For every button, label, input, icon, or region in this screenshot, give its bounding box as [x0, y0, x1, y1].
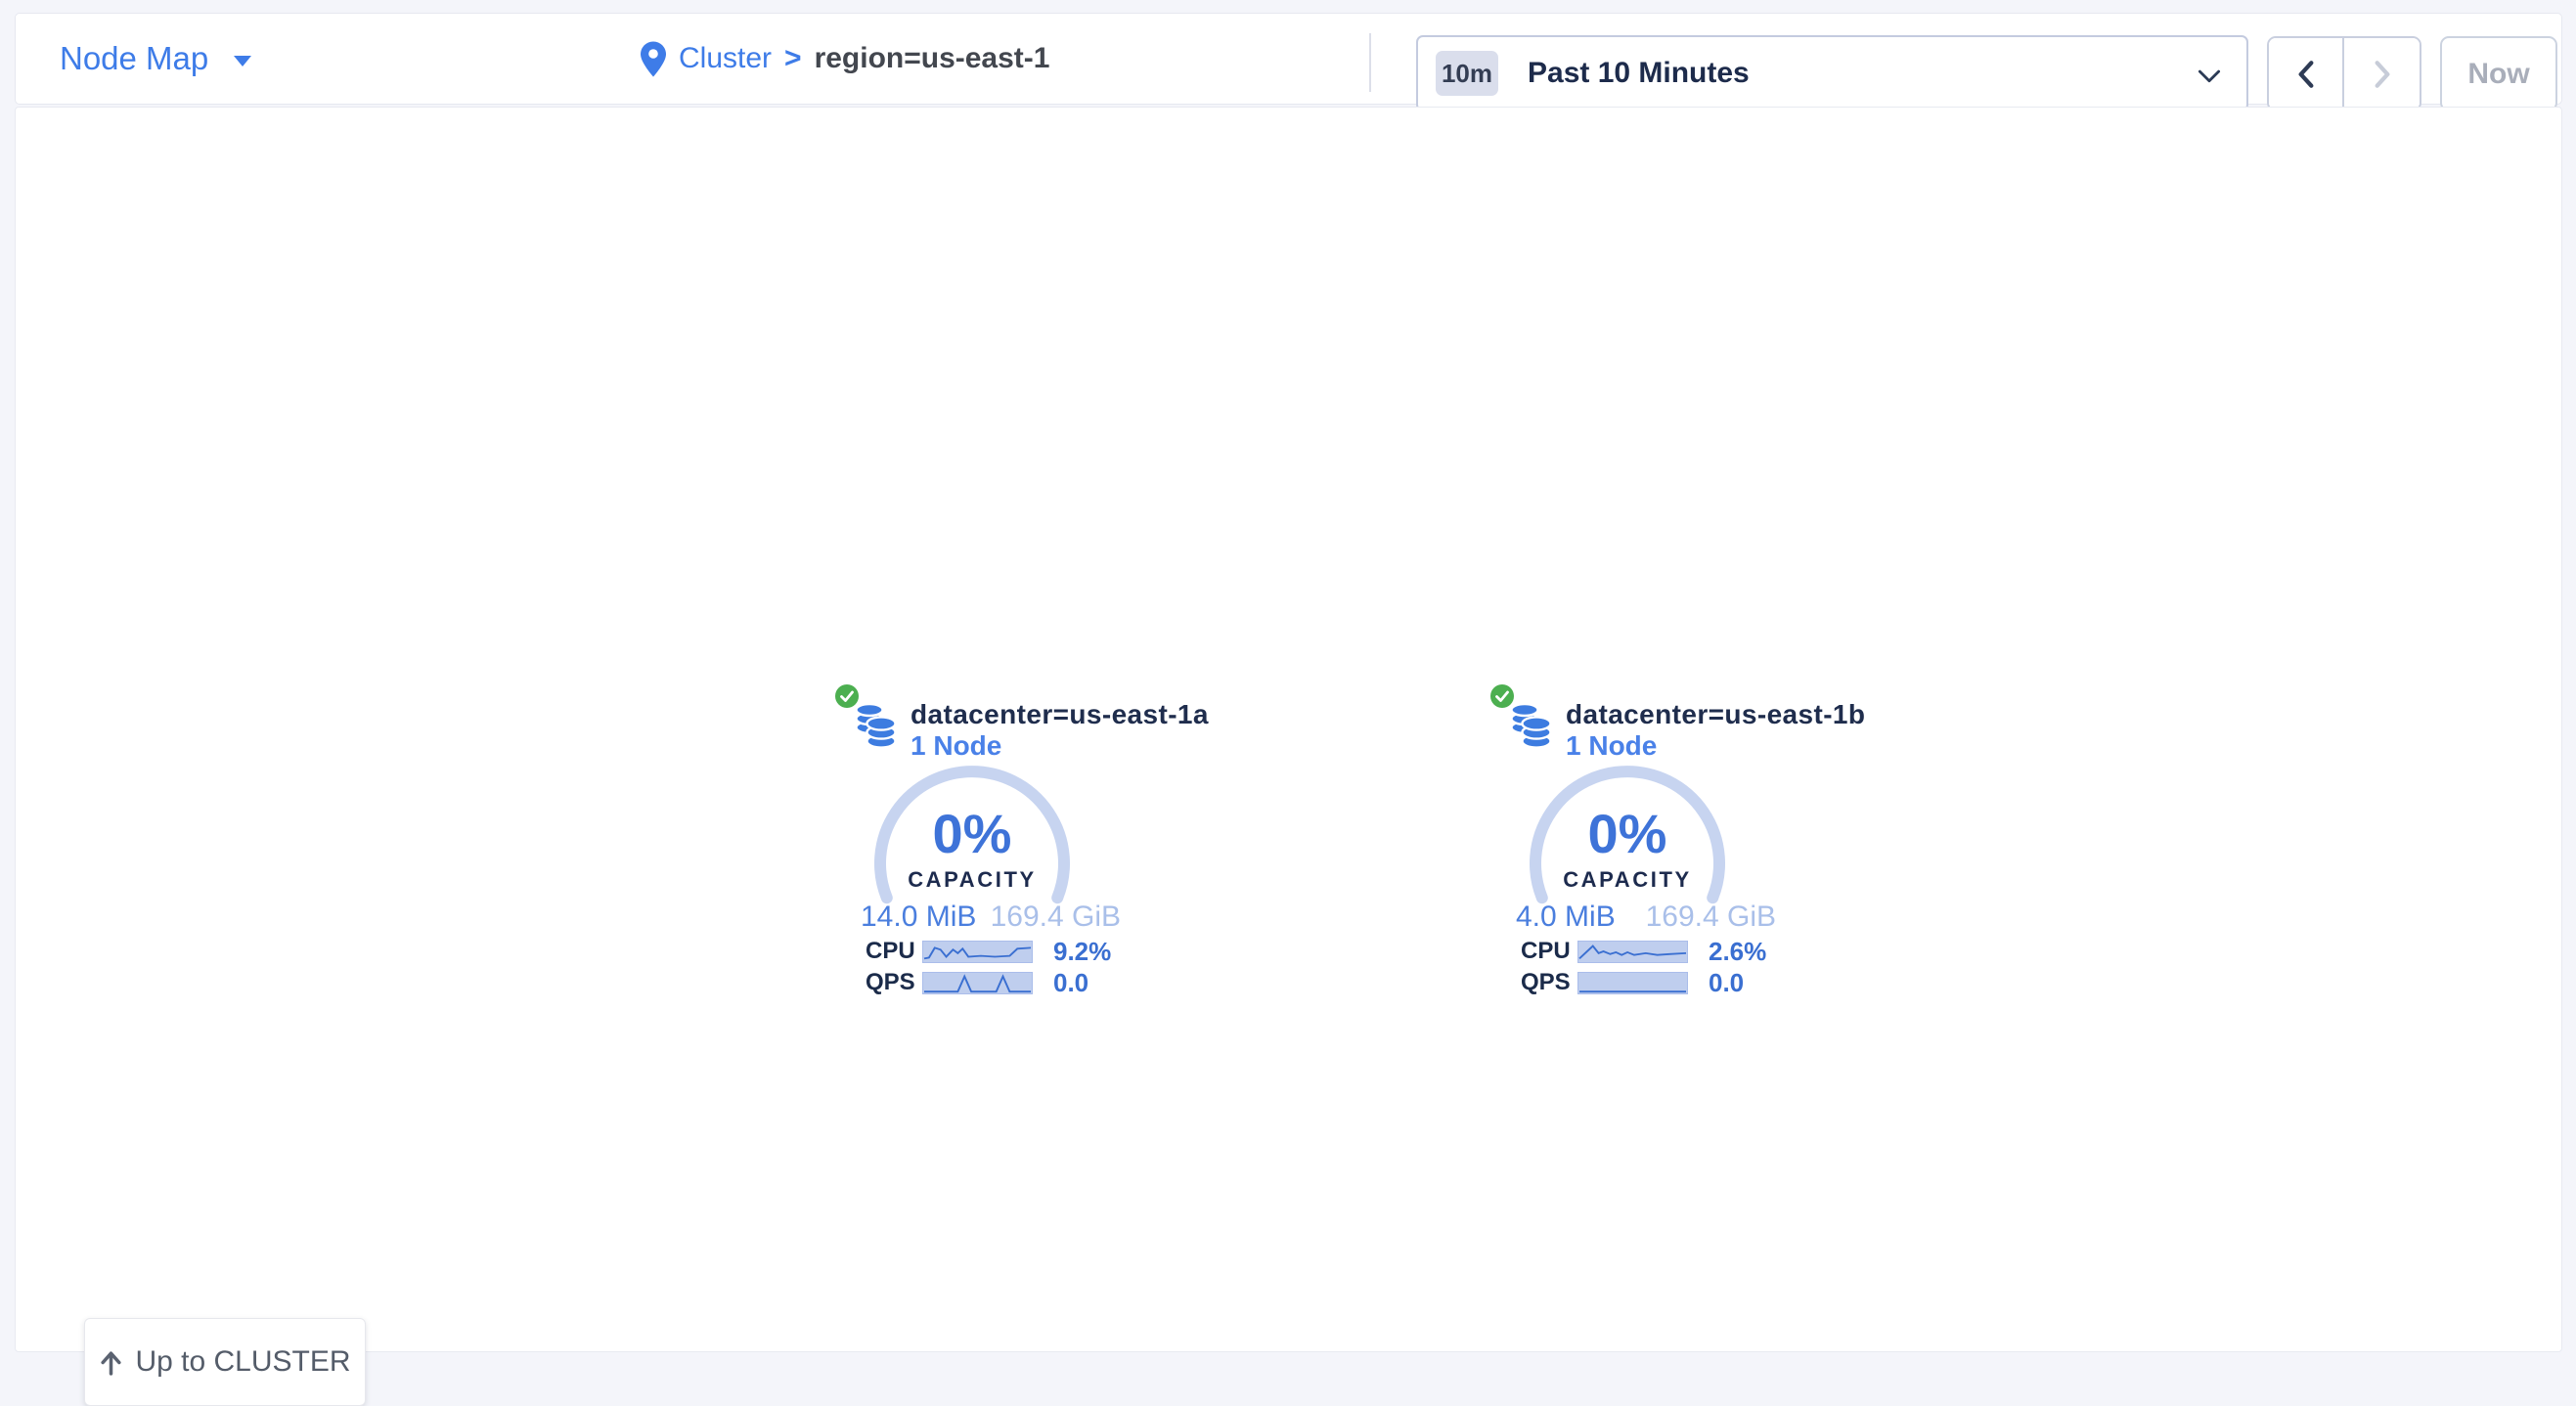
capacity-total: 169.4 GiB	[1646, 901, 1776, 934]
capacity-used: 14.0 MiB	[861, 901, 976, 934]
node-map-page: Node Map Cluster > region=us-east-1 10m …	[0, 0, 2576, 1369]
chevron-left-icon	[2295, 59, 2317, 90]
capacity-percent: 0%	[837, 802, 1107, 865]
node-map-canvas: datacenter=us-east-1a 1 Node 0% CAPACITY…	[15, 107, 2562, 1352]
up-to-cluster-button[interactable]: Up to CLUSTER	[84, 1318, 366, 1406]
locality-card-us-east-1a[interactable]: datacenter=us-east-1a 1 Node 0% CAPACITY…	[837, 675, 1140, 1012]
time-pager	[2267, 36, 2421, 111]
qps-value: 0.0	[1709, 968, 1744, 998]
view-selector-dropdown[interactable]: Node Map	[60, 14, 251, 104]
qps-label: QPS	[866, 969, 922, 996]
arrow-up-icon	[99, 1349, 123, 1376]
view-selector-label: Node Map	[60, 40, 208, 77]
caret-down-icon	[234, 56, 251, 66]
time-range-badge: 10m	[1436, 51, 1498, 96]
qps-sparkline	[1577, 972, 1688, 994]
time-range-label: Past 10 Minutes	[1528, 57, 1750, 90]
capacity-label: CAPACITY	[837, 867, 1107, 893]
chevron-down-icon	[2198, 69, 2221, 89]
time-range-dropdown[interactable]: 10m Past 10 Minutes	[1416, 35, 2248, 111]
capacity-total: 169.4 GiB	[991, 901, 1121, 934]
qps-label: QPS	[1521, 969, 1577, 996]
cpu-value: 2.6%	[1709, 937, 1766, 967]
cpu-value: 9.2%	[1053, 937, 1111, 967]
topbar: Node Map Cluster > region=us-east-1 10m …	[15, 13, 2562, 105]
time-next-button[interactable]	[2344, 38, 2420, 110]
breadcrumb-current-locality: region=us-east-1	[815, 42, 1050, 75]
locality-card-us-east-1b[interactable]: datacenter=us-east-1b 1 Node 0% CAPACITY…	[1492, 675, 1796, 1012]
locality-name: datacenter=us-east-1b	[1566, 699, 1865, 730]
locality-name: datacenter=us-east-1a	[910, 699, 1209, 730]
topbar-divider	[1369, 33, 1371, 92]
locality-node-count: 1 Node	[1566, 730, 1657, 762]
qps-value: 0.0	[1053, 968, 1088, 998]
breadcrumb-cluster-link[interactable]: Cluster	[679, 42, 772, 75]
breadcrumb: Cluster > region=us-east-1	[641, 14, 1049, 104]
cpu-label: CPU	[1521, 938, 1577, 965]
cpu-sparkline	[1577, 941, 1688, 963]
locality-node-count: 1 Node	[910, 730, 1001, 762]
capacity-percent: 0%	[1492, 802, 1762, 865]
database-stack-icon	[1506, 701, 1555, 755]
capacity-used: 4.0 MiB	[1516, 901, 1616, 934]
cpu-sparkline	[922, 941, 1033, 963]
cpu-label: CPU	[866, 938, 922, 965]
time-prev-button[interactable]	[2269, 38, 2344, 110]
cpu-metric-row: CPU 2.6%	[1521, 939, 1766, 964]
database-stack-icon	[851, 701, 900, 755]
capacity-values-row: 14.0 MiB 169.4 GiB	[861, 901, 1121, 934]
breadcrumb-separator: >	[784, 42, 802, 75]
location-pin-icon	[641, 41, 666, 77]
qps-sparkline	[922, 972, 1033, 994]
qps-metric-row: QPS 0.0	[866, 970, 1088, 995]
chevron-right-icon	[2372, 59, 2393, 90]
cpu-metric-row: CPU 9.2%	[866, 939, 1111, 964]
qps-metric-row: QPS 0.0	[1521, 970, 1744, 995]
now-button[interactable]: Now	[2440, 36, 2557, 111]
capacity-label: CAPACITY	[1492, 867, 1762, 893]
capacity-values-row: 4.0 MiB 169.4 GiB	[1516, 901, 1776, 934]
up-to-cluster-label: Up to CLUSTER	[135, 1345, 350, 1379]
